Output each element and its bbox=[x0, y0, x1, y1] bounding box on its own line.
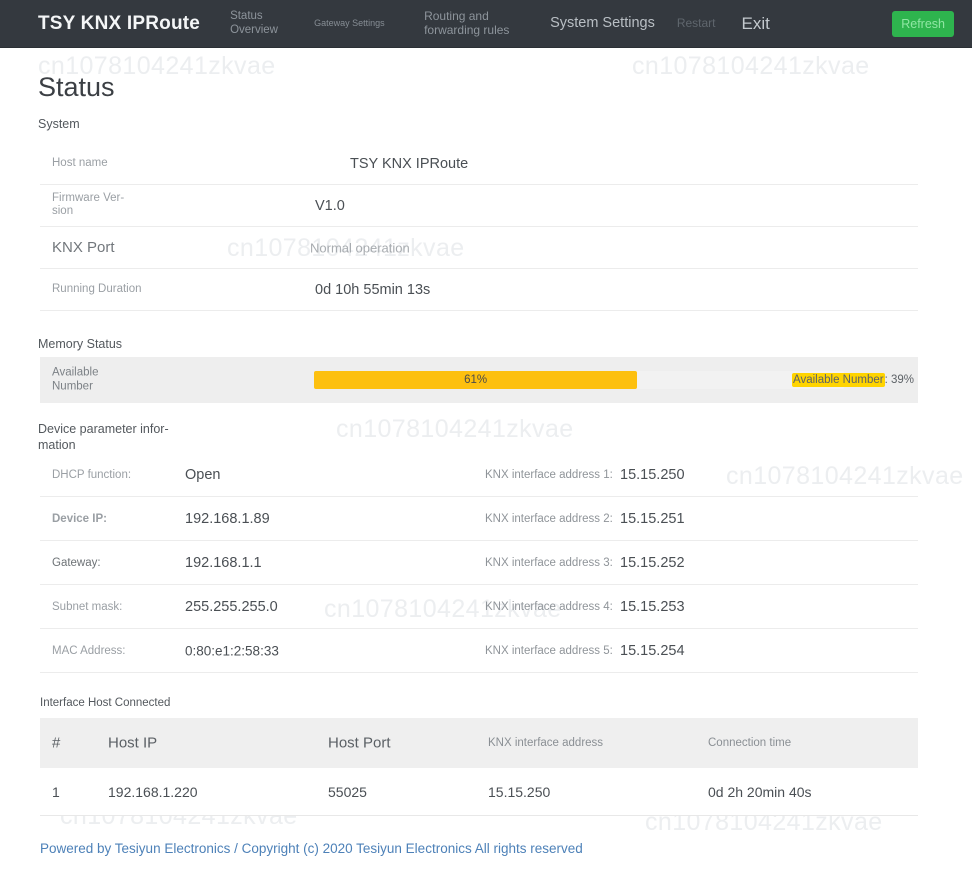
system-table: Host name TSY KNX IPRoute Firmware Ver- … bbox=[40, 143, 918, 311]
watermark: cn1078104241zkvae bbox=[336, 415, 574, 443]
row-value-mac-address: 0:80:e1:2:58:33 bbox=[185, 643, 279, 658]
section-label-interface-host-connected: Interface Host Connected bbox=[40, 697, 171, 709]
row-value: 0d 10h 55min 13s bbox=[315, 281, 431, 298]
page-title: Status bbox=[38, 72, 115, 102]
nav-links: Status Overview Gateway Settings Routing… bbox=[224, 9, 892, 38]
memory-available-value: : 39% bbox=[884, 374, 914, 386]
cell-index: 1 bbox=[52, 783, 60, 800]
section-label-system: System bbox=[38, 117, 80, 131]
section-label-device-parameter-information: Device parameter infor- mation bbox=[38, 422, 169, 452]
memory-progress-track: 61% bbox=[314, 371, 844, 389]
column-header-knx-interface-address: KNX interface address bbox=[488, 737, 604, 749]
memory-row-label: Available Number bbox=[52, 366, 99, 393]
refresh-button[interactable]: Refresh bbox=[892, 10, 954, 37]
table-row: DHCP function: Open KNX interface addres… bbox=[40, 453, 918, 497]
row-label-dhcp-function: DHCP function: bbox=[52, 468, 132, 481]
cell-host-port: 55025 bbox=[328, 783, 367, 800]
row-label-knx-interface-address-4: KNX interface address 4: bbox=[485, 600, 613, 613]
row-value-dhcp-function: Open bbox=[185, 466, 221, 483]
nav-item-gateway-settings[interactable]: Gateway Settings bbox=[314, 18, 410, 28]
nav-item-status-overview[interactable]: Status Overview bbox=[230, 10, 302, 36]
row-value-knx-interface-address-5: 15.15.254 bbox=[620, 642, 685, 659]
memory-progress-fill: 61% bbox=[314, 371, 638, 389]
row-label-knx-interface-address-2: KNX interface address 2: bbox=[485, 512, 613, 525]
table-row: Firmware Ver- sion V1.0 bbox=[40, 185, 918, 227]
memory-available-text: Available Number: 39% bbox=[792, 373, 914, 387]
table-row: 1 192.168.1.220 55025 15.15.250 0d 2h 20… bbox=[40, 768, 918, 816]
page-root: cn1078104241zkvae cn1078104241zkvae cn10… bbox=[0, 0, 972, 887]
row-label-subnet-mask: Subnet mask: bbox=[52, 600, 123, 613]
table-row: Running Duration 0d 10h 55min 13s bbox=[40, 269, 918, 311]
row-label: KNX Port bbox=[52, 238, 115, 256]
row-label: Running Duration bbox=[52, 282, 142, 295]
table-row: MAC Address: 0:80:e1:2:58:33 KNX interfa… bbox=[40, 629, 918, 673]
nav-item-routing-and-forwarding-rules[interactable]: Routing and forwarding rules bbox=[424, 9, 536, 38]
row-label: Firmware Ver- sion bbox=[52, 191, 125, 218]
app-brand: TSY KNX IPRoute bbox=[38, 12, 201, 34]
row-value-knx-interface-address-4: 15.15.253 bbox=[620, 598, 685, 615]
row-label-knx-interface-address-3: KNX interface address 3: bbox=[485, 556, 613, 569]
cell-knx-address: 15.15.250 bbox=[488, 783, 551, 800]
nav-item-exit[interactable]: Exit bbox=[742, 14, 770, 34]
table-row: Device IP: 192.168.1.89 KNX interface ad… bbox=[40, 497, 918, 541]
watermark: cn1078104241zkvae bbox=[632, 52, 870, 80]
column-header-host-ip: Host IP bbox=[108, 734, 158, 752]
table-row: KNX Port Normal operation bbox=[40, 227, 918, 269]
row-value-knx-interface-address-2: 15.15.251 bbox=[620, 510, 685, 527]
memory-progress-label: 61% bbox=[464, 374, 488, 386]
row-value-knx-interface-address-3: 15.15.252 bbox=[620, 554, 685, 571]
row-value-knx-interface-address-1: 15.15.250 bbox=[620, 466, 685, 483]
row-value-device-ip: 192.168.1.89 bbox=[185, 510, 270, 527]
row-value-subnet-mask: 255.255.255.0 bbox=[185, 598, 278, 615]
row-value: TSY KNX IPRoute bbox=[350, 155, 469, 172]
nav-item-system-settings[interactable]: System Settings bbox=[550, 15, 655, 32]
row-value-gateway: 192.168.1.1 bbox=[185, 554, 262, 571]
navbar: TSY KNX IPRoute Status Overview Gateway … bbox=[0, 0, 972, 48]
table-row: Host name TSY KNX IPRoute bbox=[40, 143, 918, 185]
column-header-index: # bbox=[52, 734, 61, 752]
footer-text: Powered by Tesiyun Electronics / Copyrig… bbox=[40, 841, 583, 856]
row-label-gateway: Gateway: bbox=[52, 556, 101, 569]
column-header-host-port: Host Port bbox=[328, 734, 391, 752]
row-label-knx-interface-address-5: KNX interface address 5: bbox=[485, 644, 613, 657]
row-label-knx-interface-address-1: KNX interface address 1: bbox=[485, 468, 613, 481]
row-value: V1.0 bbox=[315, 197, 345, 214]
nav-item-restart[interactable]: Restart bbox=[677, 16, 716, 31]
row-label-mac-address: MAC Address: bbox=[52, 644, 126, 657]
table-row: Subnet mask: 255.255.255.0 KNX interface… bbox=[40, 585, 918, 629]
memory-available-highlight: Available Number bbox=[792, 373, 885, 387]
cell-connection-time: 0d 2h 20min 40s bbox=[708, 783, 812, 800]
device-parameter-table: DHCP function: Open KNX interface addres… bbox=[40, 453, 918, 673]
table-header-row: # Host IP Host Port KNX interface addres… bbox=[40, 718, 918, 768]
row-value: Normal operation bbox=[310, 240, 410, 255]
cell-host-ip: 192.168.1.220 bbox=[108, 783, 198, 800]
row-label-device-ip: Device IP: bbox=[52, 512, 107, 525]
interface-host-connected-table: # Host IP Host Port KNX interface addres… bbox=[40, 718, 918, 816]
row-label: Host name bbox=[52, 156, 108, 169]
memory-status-row: Available Number 61% Available Number: 3… bbox=[40, 357, 918, 403]
column-header-connection-time: Connection time bbox=[708, 737, 792, 749]
section-label-memory-status: Memory Status bbox=[38, 337, 123, 351]
table-row: Gateway: 192.168.1.1 KNX interface addre… bbox=[40, 541, 918, 585]
